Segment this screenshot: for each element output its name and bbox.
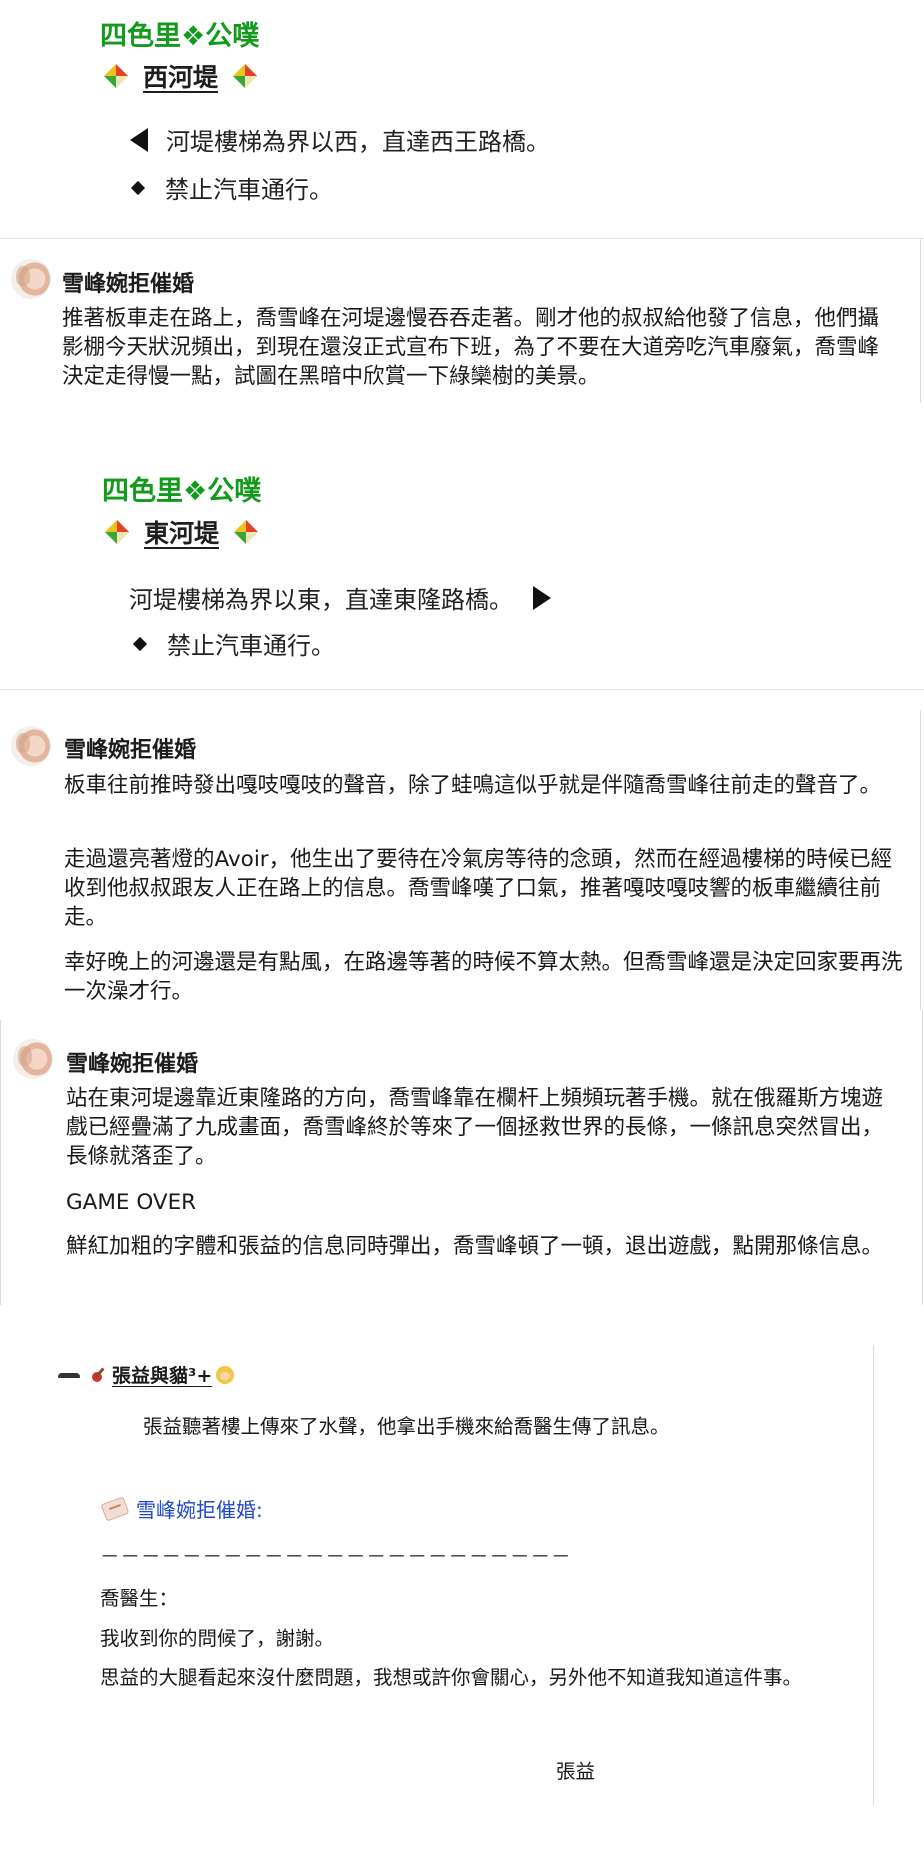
notice-line-text: 禁止汽車通行。 [165, 176, 333, 204]
post-author[interactable]: 雪峰婉拒催婚 [66, 1046, 198, 1078]
bullet-icon [130, 180, 146, 195]
notice-title: 四色里❖公噗 [102, 476, 262, 507]
letter-icon [100, 1495, 130, 1523]
divider [0, 238, 924, 239]
notice-line-text: 禁止汽車通行。 [167, 632, 335, 660]
vertical-rule [920, 238, 921, 403]
place-name[interactable]: 東河堤 [144, 514, 219, 550]
divider [0, 689, 924, 690]
letter-line: 思益的大腿看起來沒什麼問題，我想或許你會關心，另外他不知道我知道這件事。 [100, 1666, 803, 1689]
colored-diamond-icon [233, 64, 258, 88]
guitar-icon [90, 1366, 108, 1384]
embed-intro: 張益聽著樓上傳來了水聲，他拿出手機來給喬醫生傳了訊息。 [143, 1415, 670, 1438]
letter-line: 我收到你的問候了，謝謝。 [100, 1627, 335, 1650]
cat-icon [58, 1371, 80, 1379]
dash-divider: －－－－－－－－－－－－－－－－－－－－－－－ [100, 1545, 572, 1568]
notice-line: 河堤樓梯為界以東，直達東隆路橋。 [129, 580, 551, 615]
post-paragraph: 板車往前推時發出嘎吱嘎吱的聲音，除了蛙鳴這似乎就是伴隨喬雪峰往前走的聲音了。 [64, 773, 882, 798]
letter-signature: 張益 [556, 1760, 596, 1783]
bullet-icon [132, 636, 148, 651]
notice-subtitle: 東河堤 [104, 514, 259, 550]
notice-subtitle: 西河堤 [103, 58, 258, 94]
colored-diamond-icon [234, 520, 259, 544]
mention-name: 雪峰婉拒催婚: [136, 1498, 263, 1522]
embed-author-name: 張益與貓³+ [112, 1365, 213, 1387]
place-name[interactable]: 西河堤 [143, 58, 218, 94]
post-paragraph: 站在東河堤邊靠近東隆路的方向，喬雪峰靠在欄杆上頻頻玩著手機。就在俄羅斯方塊遊戲已… [66, 1086, 884, 1169]
right-arrow-icon [533, 585, 551, 610]
avatar[interactable] [14, 1040, 52, 1078]
left-arrow-icon [130, 127, 148, 152]
embed-author-link[interactable]: 張益與貓³+ [90, 1361, 235, 1388]
post-author[interactable]: 雪峰婉拒催婚 [62, 266, 194, 298]
colored-diamond-icon [105, 520, 129, 544]
post-paragraph: 鮮紅加粗的字體和張益的信息同時彈出，喬雪峰頓了一頓，退出遊戲，點開那條信息。 [66, 1234, 884, 1259]
post-paragraph: 走過還亮著燈的Avoir，他生出了要待在冷氣房等待的念頭，然而在經過樓梯的時候已… [64, 847, 893, 930]
notice-line: 河堤樓梯為界以西，直達西王路橋。 [130, 122, 550, 157]
vertical-rule [873, 1345, 874, 1805]
post-paragraph: 推著板車走在路上，喬雪峰在河堤邊慢吞吞走著。剛才他的叔叔給他發了信息，他們攝影棚… [62, 306, 880, 389]
colored-diamond-icon [104, 64, 128, 88]
avatar[interactable] [12, 260, 50, 298]
embed-mention[interactable]: 雪峰婉拒催婚: [100, 1494, 263, 1523]
notice-line: 禁止汽車通行。 [129, 626, 335, 661]
post-paragraph: 幸好晚上的河邊還是有點風，在路邊等著的時候不算太熱。但喬雪峰還是決定回家要再洗一… [64, 950, 903, 1004]
post-paragraph: GAME OVER [66, 1190, 197, 1215]
vertical-rule [0, 1020, 1, 1305]
letter-salutation: 喬醫生： [100, 1587, 179, 1610]
notice-title: 四色里❖公噗 [100, 21, 260, 52]
avatar[interactable] [12, 727, 50, 765]
post-author[interactable]: 雪峰婉拒催婚 [64, 732, 196, 764]
notice-line-text: 河堤樓梯為界以西，直達西王路橋。 [166, 128, 550, 156]
vertical-rule [922, 1010, 923, 1305]
notice-line-text: 河堤樓梯為界以東，直達東隆路橋。 [129, 586, 513, 614]
vertical-rule [920, 710, 921, 1010]
embed-header: 張益與貓³+ [58, 1361, 235, 1388]
notice-line: 禁止汽車通行。 [127, 170, 333, 205]
person-icon [216, 1365, 235, 1384]
